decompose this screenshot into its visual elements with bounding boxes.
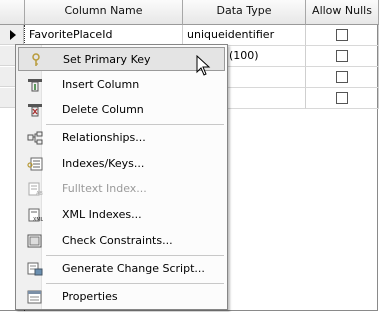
allow-nulls-cell [306, 25, 379, 46]
menu-item-insert-column[interactable]: Insert Column [18, 73, 225, 97]
svg-text:XML: XML [33, 217, 43, 222]
menu-item-label: Set Primary Key [63, 53, 151, 66]
menu-item-label: Delete Column [62, 103, 144, 116]
allow-nulls-checkbox[interactable] [336, 92, 348, 104]
data-type-header[interactable]: Data Type [183, 0, 306, 25]
menu-separator [46, 255, 224, 256]
context-menu: Set Primary Key Insert Column Delete Col… [15, 44, 228, 310]
key-icon [32, 53, 40, 66]
menu-item-generate-change-script[interactable]: Generate Change Script... [18, 257, 225, 281]
menu-item-xml-indexes[interactable]: XML XML Indexes... [18, 203, 225, 227]
menu-item-label: Properties [62, 290, 118, 303]
mouse-pointer-icon [196, 55, 211, 76]
allow-nulls-cell [306, 67, 379, 88]
menu-item-delete-column[interactable]: Delete Column [18, 98, 225, 122]
menu-item-properties[interactable]: Properties [18, 285, 225, 309]
fulltext-index-icon: AB [28, 182, 43, 196]
menu-item-relationships[interactable]: Relationships... [18, 126, 225, 150]
xml-indexes-icon: XML [28, 208, 43, 222]
menu-item-fulltext-index[interactable]: AB Fulltext Index... [18, 177, 225, 201]
allow-nulls-cell [306, 88, 379, 109]
menu-item-label: Insert Column [62, 78, 140, 91]
generate-script-icon [27, 262, 43, 276]
check-constraints-icon [27, 234, 42, 248]
svg-text:AB: AB [36, 191, 43, 196]
menu-separator [46, 124, 224, 125]
indexes-keys-icon [27, 157, 43, 171]
column-name-cell[interactable]: FavoritePlaceId [25, 25, 183, 46]
allow-nulls-header[interactable]: Allow Nulls [306, 0, 379, 25]
delete-column-icon [28, 104, 42, 117]
allow-nulls-checkbox[interactable] [336, 71, 348, 83]
row-selector[interactable] [0, 25, 24, 45]
allow-nulls-cell [306, 46, 379, 67]
menu-item-label: XML Indexes... [62, 208, 142, 221]
menu-item-indexes-keys[interactable]: Indexes/Keys... [18, 152, 225, 176]
row-selector-header [0, 0, 25, 25]
menu-item-label: Indexes/Keys... [62, 157, 145, 170]
menu-item-label: Check Constraints... [62, 234, 173, 247]
data-type-cell[interactable]: uniqueidentifier [183, 25, 306, 46]
menu-item-check-constraints[interactable]: Check Constraints... [18, 229, 225, 253]
menu-item-label: Relationships... [62, 131, 146, 144]
insert-column-icon [28, 79, 42, 92]
current-row-arrow-icon [10, 30, 16, 40]
properties-icon [27, 290, 42, 304]
menu-item-set-primary-key[interactable]: Set Primary Key [18, 47, 225, 71]
allow-nulls-checkbox[interactable] [336, 29, 348, 41]
menu-item-label: Generate Change Script... [62, 262, 205, 275]
column-name-header[interactable]: Column Name [25, 0, 183, 25]
relationships-icon [27, 131, 43, 145]
menu-item-label: Fulltext Index... [62, 182, 147, 195]
allow-nulls-checkbox[interactable] [336, 50, 348, 62]
menu-separator [46, 283, 224, 284]
